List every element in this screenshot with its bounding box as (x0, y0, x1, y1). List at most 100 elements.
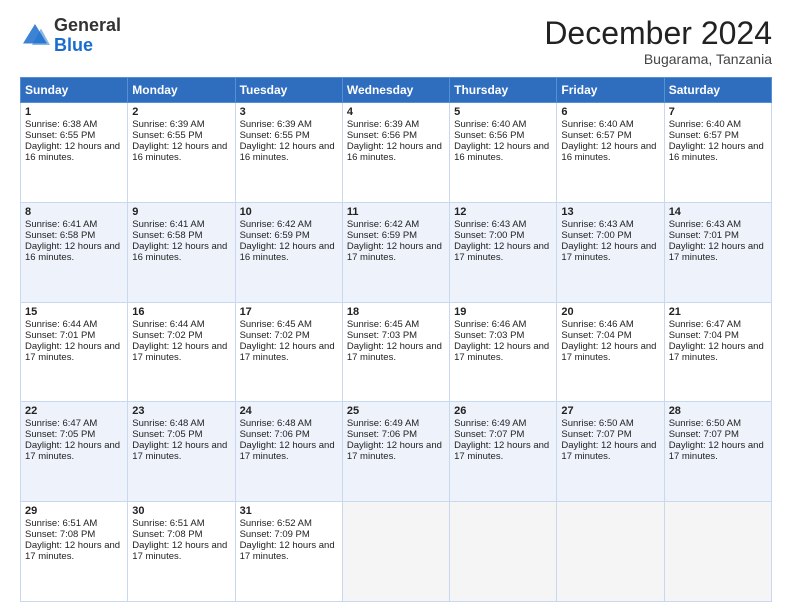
daylight-label: Daylight: 12 hours and 17 minutes. (561, 341, 656, 363)
day-number: 28 (669, 405, 767, 417)
sunset-label: Sunset: 6:57 PM (669, 130, 739, 141)
daylight-label: Daylight: 12 hours and 17 minutes. (347, 341, 442, 363)
table-row: 28 Sunrise: 6:50 AM Sunset: 7:07 PM Dayl… (664, 402, 771, 502)
calendar-week-row: 15 Sunrise: 6:44 AM Sunset: 7:01 PM Dayl… (21, 302, 772, 402)
logo: General Blue (20, 16, 121, 56)
table-row: 20 Sunrise: 6:46 AM Sunset: 7:04 PM Dayl… (557, 302, 664, 402)
sunrise-label: Sunrise: 6:44 AM (25, 319, 97, 330)
col-thursday: Thursday (450, 78, 557, 103)
day-number: 3 (240, 106, 338, 118)
sunrise-label: Sunrise: 6:51 AM (25, 518, 97, 529)
daylight-label: Daylight: 12 hours and 17 minutes. (561, 241, 656, 263)
day-number: 26 (454, 405, 552, 417)
sunset-label: Sunset: 7:01 PM (669, 230, 739, 241)
sunrise-label: Sunrise: 6:49 AM (347, 418, 419, 429)
calendar-table: Sunday Monday Tuesday Wednesday Thursday… (20, 77, 772, 602)
sunset-label: Sunset: 6:59 PM (240, 230, 310, 241)
calendar-week-row: 29 Sunrise: 6:51 AM Sunset: 7:08 PM Dayl… (21, 502, 772, 602)
sunrise-label: Sunrise: 6:40 AM (561, 119, 633, 130)
day-number: 10 (240, 206, 338, 218)
table-row: 23 Sunrise: 6:48 AM Sunset: 7:05 PM Dayl… (128, 402, 235, 502)
sunrise-label: Sunrise: 6:44 AM (132, 319, 204, 330)
col-friday: Friday (557, 78, 664, 103)
daylight-label: Daylight: 12 hours and 17 minutes. (132, 540, 227, 562)
day-number: 18 (347, 306, 445, 318)
sunset-label: Sunset: 6:59 PM (347, 230, 417, 241)
daylight-label: Daylight: 12 hours and 16 minutes. (669, 141, 764, 163)
sunset-label: Sunset: 7:04 PM (561, 330, 631, 341)
day-number: 20 (561, 306, 659, 318)
table-row: 10 Sunrise: 6:42 AM Sunset: 6:59 PM Dayl… (235, 202, 342, 302)
col-tuesday: Tuesday (235, 78, 342, 103)
sunrise-label: Sunrise: 6:52 AM (240, 518, 312, 529)
sunrise-label: Sunrise: 6:39 AM (347, 119, 419, 130)
daylight-label: Daylight: 12 hours and 16 minutes. (347, 141, 442, 163)
sunrise-label: Sunrise: 6:39 AM (132, 119, 204, 130)
table-row: 13 Sunrise: 6:43 AM Sunset: 7:00 PM Dayl… (557, 202, 664, 302)
table-row: 9 Sunrise: 6:41 AM Sunset: 6:58 PM Dayli… (128, 202, 235, 302)
month-title: December 2024 (544, 16, 772, 51)
day-number: 8 (25, 206, 123, 218)
day-number: 14 (669, 206, 767, 218)
col-wednesday: Wednesday (342, 78, 449, 103)
table-row: 19 Sunrise: 6:46 AM Sunset: 7:03 PM Dayl… (450, 302, 557, 402)
sunset-label: Sunset: 6:58 PM (132, 230, 202, 241)
sunrise-label: Sunrise: 6:47 AM (25, 418, 97, 429)
day-number: 30 (132, 505, 230, 517)
sunrise-label: Sunrise: 6:51 AM (132, 518, 204, 529)
sunset-label: Sunset: 7:05 PM (132, 429, 202, 440)
sunset-label: Sunset: 7:08 PM (25, 529, 95, 540)
table-row: 3 Sunrise: 6:39 AM Sunset: 6:55 PM Dayli… (235, 103, 342, 203)
sunset-label: Sunset: 6:56 PM (454, 130, 524, 141)
daylight-label: Daylight: 12 hours and 17 minutes. (347, 440, 442, 462)
sunset-label: Sunset: 7:07 PM (454, 429, 524, 440)
table-row: 14 Sunrise: 6:43 AM Sunset: 7:01 PM Dayl… (664, 202, 771, 302)
table-row: 26 Sunrise: 6:49 AM Sunset: 7:07 PM Dayl… (450, 402, 557, 502)
day-number: 24 (240, 405, 338, 417)
daylight-label: Daylight: 12 hours and 17 minutes. (669, 440, 764, 462)
sunset-label: Sunset: 7:06 PM (347, 429, 417, 440)
sunset-label: Sunset: 6:56 PM (347, 130, 417, 141)
table-row: 25 Sunrise: 6:49 AM Sunset: 7:06 PM Dayl… (342, 402, 449, 502)
calendar-header-row: Sunday Monday Tuesday Wednesday Thursday… (21, 78, 772, 103)
sunset-label: Sunset: 7:02 PM (132, 330, 202, 341)
daylight-label: Daylight: 12 hours and 16 minutes. (561, 141, 656, 163)
sunrise-label: Sunrise: 6:40 AM (454, 119, 526, 130)
sunrise-label: Sunrise: 6:38 AM (25, 119, 97, 130)
day-number: 21 (669, 306, 767, 318)
table-row (557, 502, 664, 602)
sunrise-label: Sunrise: 6:47 AM (669, 319, 741, 330)
logo-text: General Blue (54, 16, 121, 56)
day-number: 25 (347, 405, 445, 417)
day-number: 13 (561, 206, 659, 218)
logo-blue: Blue (54, 35, 93, 55)
sunset-label: Sunset: 7:00 PM (454, 230, 524, 241)
table-row: 30 Sunrise: 6:51 AM Sunset: 7:08 PM Dayl… (128, 502, 235, 602)
table-row (342, 502, 449, 602)
table-row: 6 Sunrise: 6:40 AM Sunset: 6:57 PM Dayli… (557, 103, 664, 203)
table-row: 12 Sunrise: 6:43 AM Sunset: 7:00 PM Dayl… (450, 202, 557, 302)
day-number: 1 (25, 106, 123, 118)
table-row: 5 Sunrise: 6:40 AM Sunset: 6:56 PM Dayli… (450, 103, 557, 203)
table-row: 11 Sunrise: 6:42 AM Sunset: 6:59 PM Dayl… (342, 202, 449, 302)
calendar-week-row: 1 Sunrise: 6:38 AM Sunset: 6:55 PM Dayli… (21, 103, 772, 203)
sunset-label: Sunset: 6:55 PM (25, 130, 95, 141)
sunset-label: Sunset: 7:00 PM (561, 230, 631, 241)
daylight-label: Daylight: 12 hours and 16 minutes. (454, 141, 549, 163)
day-number: 2 (132, 106, 230, 118)
col-saturday: Saturday (664, 78, 771, 103)
col-sunday: Sunday (21, 78, 128, 103)
sunrise-label: Sunrise: 6:41 AM (25, 219, 97, 230)
day-number: 4 (347, 106, 445, 118)
table-row: 17 Sunrise: 6:45 AM Sunset: 7:02 PM Dayl… (235, 302, 342, 402)
sunrise-label: Sunrise: 6:48 AM (240, 418, 312, 429)
table-row: 18 Sunrise: 6:45 AM Sunset: 7:03 PM Dayl… (342, 302, 449, 402)
day-number: 9 (132, 206, 230, 218)
sunset-label: Sunset: 7:03 PM (347, 330, 417, 341)
daylight-label: Daylight: 12 hours and 16 minutes. (132, 141, 227, 163)
table-row: 15 Sunrise: 6:44 AM Sunset: 7:01 PM Dayl… (21, 302, 128, 402)
sunrise-label: Sunrise: 6:45 AM (347, 319, 419, 330)
sunset-label: Sunset: 6:55 PM (132, 130, 202, 141)
day-number: 31 (240, 505, 338, 517)
daylight-label: Daylight: 12 hours and 17 minutes. (25, 440, 120, 462)
